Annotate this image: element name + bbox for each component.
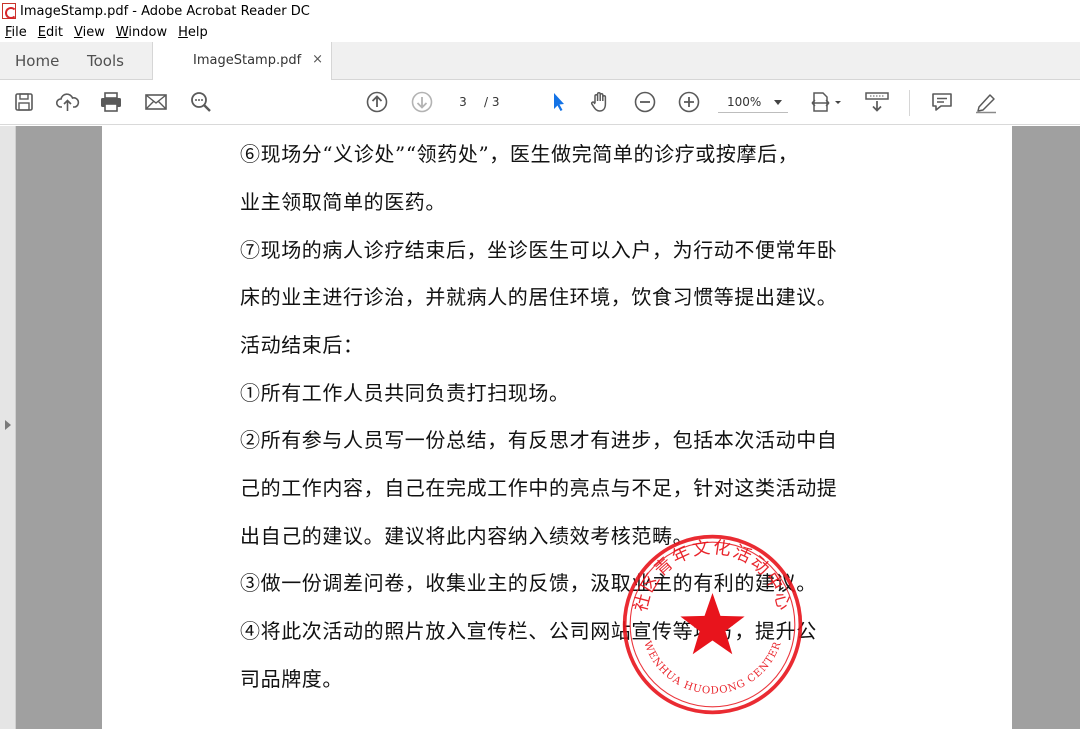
find-button[interactable] [187,89,215,115]
seal-star-icon [680,593,745,655]
zoom-select[interactable]: 100% [718,91,788,113]
scroll-mode-button[interactable] [863,89,891,115]
toolbar-divider [909,90,910,116]
document-viewer[interactable]: ⑥现场分“义诊处”“领药处”，医生做完简单的诊疗或按摩后， 业主领取简单的医药。… [0,126,1080,729]
left-panel-rail[interactable] [0,126,16,729]
red-seal-stamp: 社区青年文化活动中心 WENHUA HUODONG CENTER [622,534,803,715]
chevron-down-icon [774,100,782,105]
close-tab-icon[interactable]: × [312,42,323,78]
print-button[interactable] [97,89,125,115]
menu-help[interactable]: Help [178,25,208,40]
page-view-button[interactable] [808,89,844,115]
zoom-in-button[interactable] [675,89,703,115]
document-tab-label: ImageStamp.pdf [193,53,302,68]
tab-tools[interactable]: Tools [87,42,124,80]
document-line: 己的工作内容，自己在完成工作中的亮点与不足，针对这类活动提 [240,476,838,500]
cloud-upload-icon [55,93,80,111]
expand-panel-icon[interactable] [5,420,11,430]
email-button[interactable] [142,89,170,115]
search-zoom-icon [191,92,211,112]
arrow-up-circle-icon [366,91,388,113]
zoom-out-button[interactable] [631,89,659,115]
menu-edit[interactable]: Edit [38,25,63,40]
acrobat-pdf-icon [2,3,17,19]
upload-button[interactable] [54,89,82,115]
highlight-button[interactable] [972,89,1000,115]
document-line: ⑦现场的病人诊疗结束后，坐诊医生可以入户，为行动不便常年卧 [240,238,838,262]
minus-circle-icon [634,91,656,113]
next-page-button[interactable] [408,89,436,115]
document-line: 司品牌度。 [240,667,343,691]
fit-page-icon [811,92,841,112]
save-icon [15,93,33,111]
window-title: ImageStamp.pdf - Adobe Acrobat Reader DC [20,3,310,19]
arrow-down-circle-icon [411,91,433,113]
menu-file[interactable]: File [5,25,27,40]
document-line: 床的业主进行诊治，并就病人的居住环境，饮食习惯等提出建议。 [240,285,838,309]
document-line: 业主领取简单的医药。 [240,190,446,214]
document-line: 活动结束后： [240,333,364,357]
page-number-input[interactable]: 3 [448,92,478,113]
menu-bar: File Edit View Window Help [0,22,1080,42]
page-count: / 3 [484,95,500,109]
menu-window[interactable]: Window [116,25,167,40]
scroll-down-icon [865,92,889,112]
comment-button[interactable] [928,89,956,115]
tab-document[interactable]: ImageStamp.pdf × [152,42,332,81]
menu-view[interactable]: View [74,25,105,40]
document-line: ②所有参与人员写一份总结，有反思才有进步，包括本次活动中自 [240,428,838,452]
zoom-value: 100% [727,95,762,109]
hand-icon [591,92,607,112]
toolbar: 3 / 3 100% [0,80,1080,125]
save-button[interactable] [10,89,38,115]
viewer-background [1012,126,1080,729]
document-line: ⑥现场分“义诊处”“领药处”，医生做完简单的诊疗或按摩后， [240,142,799,166]
hand-tool-button[interactable] [586,89,614,115]
pdf-page: ⑥现场分“义诊处”“领药处”，医生做完简单的诊疗或按摩后， 业主领取简单的医药。… [102,126,1012,729]
previous-page-button[interactable] [363,89,391,115]
mail-icon [145,94,167,110]
title-bar: ImageStamp.pdf - Adobe Acrobat Reader DC [0,0,1080,22]
printer-icon [101,92,121,112]
pen-icon [976,94,996,114]
cursor-arrow-icon [554,93,564,111]
select-tool-button[interactable] [544,89,572,115]
plus-circle-icon [678,91,700,113]
tab-home[interactable]: Home [15,42,59,80]
tab-bar: Home Tools ImageStamp.pdf × [0,42,1080,81]
comment-icon [932,93,952,111]
document-line: ①所有工作人员共同负责打扫现场。 [240,381,570,405]
seal-bottom-text: WENHUA HUODONG CENTER [641,640,784,697]
